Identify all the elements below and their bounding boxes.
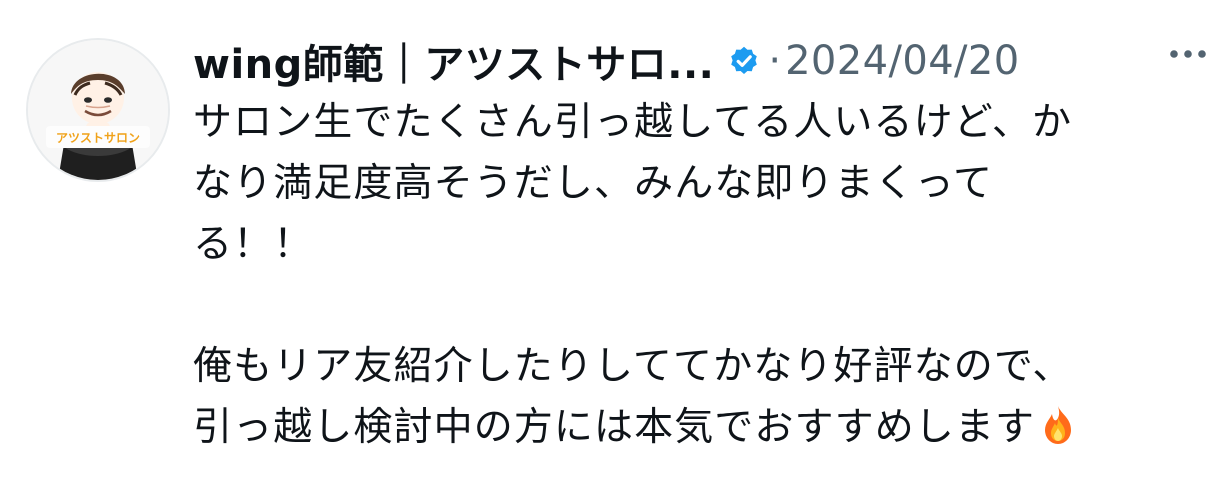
more-icon: [1170, 50, 1206, 58]
tweet-line-6-text: 引っ越し検討中の方には本気でおすすめします: [193, 405, 1036, 450]
avatar-logo-text: アツストサロン: [56, 131, 140, 145]
post-date[interactable]: 2024/04/20: [785, 38, 1020, 84]
avatar[interactable]: アツストサロン: [26, 38, 170, 182]
tweet-line-1: サロン生でたくさん引っ越してる人いるけど、か: [193, 100, 1073, 145]
tweet-line-3: る！！: [193, 222, 314, 267]
tweet-line-5: 俺もリア友紹介したりしててかなり好評なので、: [193, 344, 1073, 389]
fire-emoji-icon: [1037, 403, 1079, 445]
tweet-line-2: なり満足度高そうだし、みんな即りまくって: [193, 161, 994, 206]
display-name[interactable]: wing師範｜アツストサロ...: [193, 32, 714, 90]
tweet-line-6: 引っ越し検討中の方には本気でおすすめします: [193, 397, 1213, 458]
tweet-card: —— ·· · · · · · アツストサロン wing師範｜アツストサロ...: [0, 0, 1228, 478]
tweet-header: wing師範｜アツストサロ... · 2024/04/20: [193, 33, 1204, 89]
previous-tweet-fragment: —— ·· · · · · ·: [140, 0, 372, 11]
avatar-illustration: アツストサロン: [28, 40, 168, 180]
header-separator: ·: [768, 38, 782, 84]
tweet-text: サロン生でたくさん引っ越してる人いるけど、か なり満足度高そうだし、みんな即りま…: [193, 92, 1213, 458]
more-button[interactable]: [1166, 40, 1210, 68]
verified-badge-icon: [728, 45, 760, 77]
